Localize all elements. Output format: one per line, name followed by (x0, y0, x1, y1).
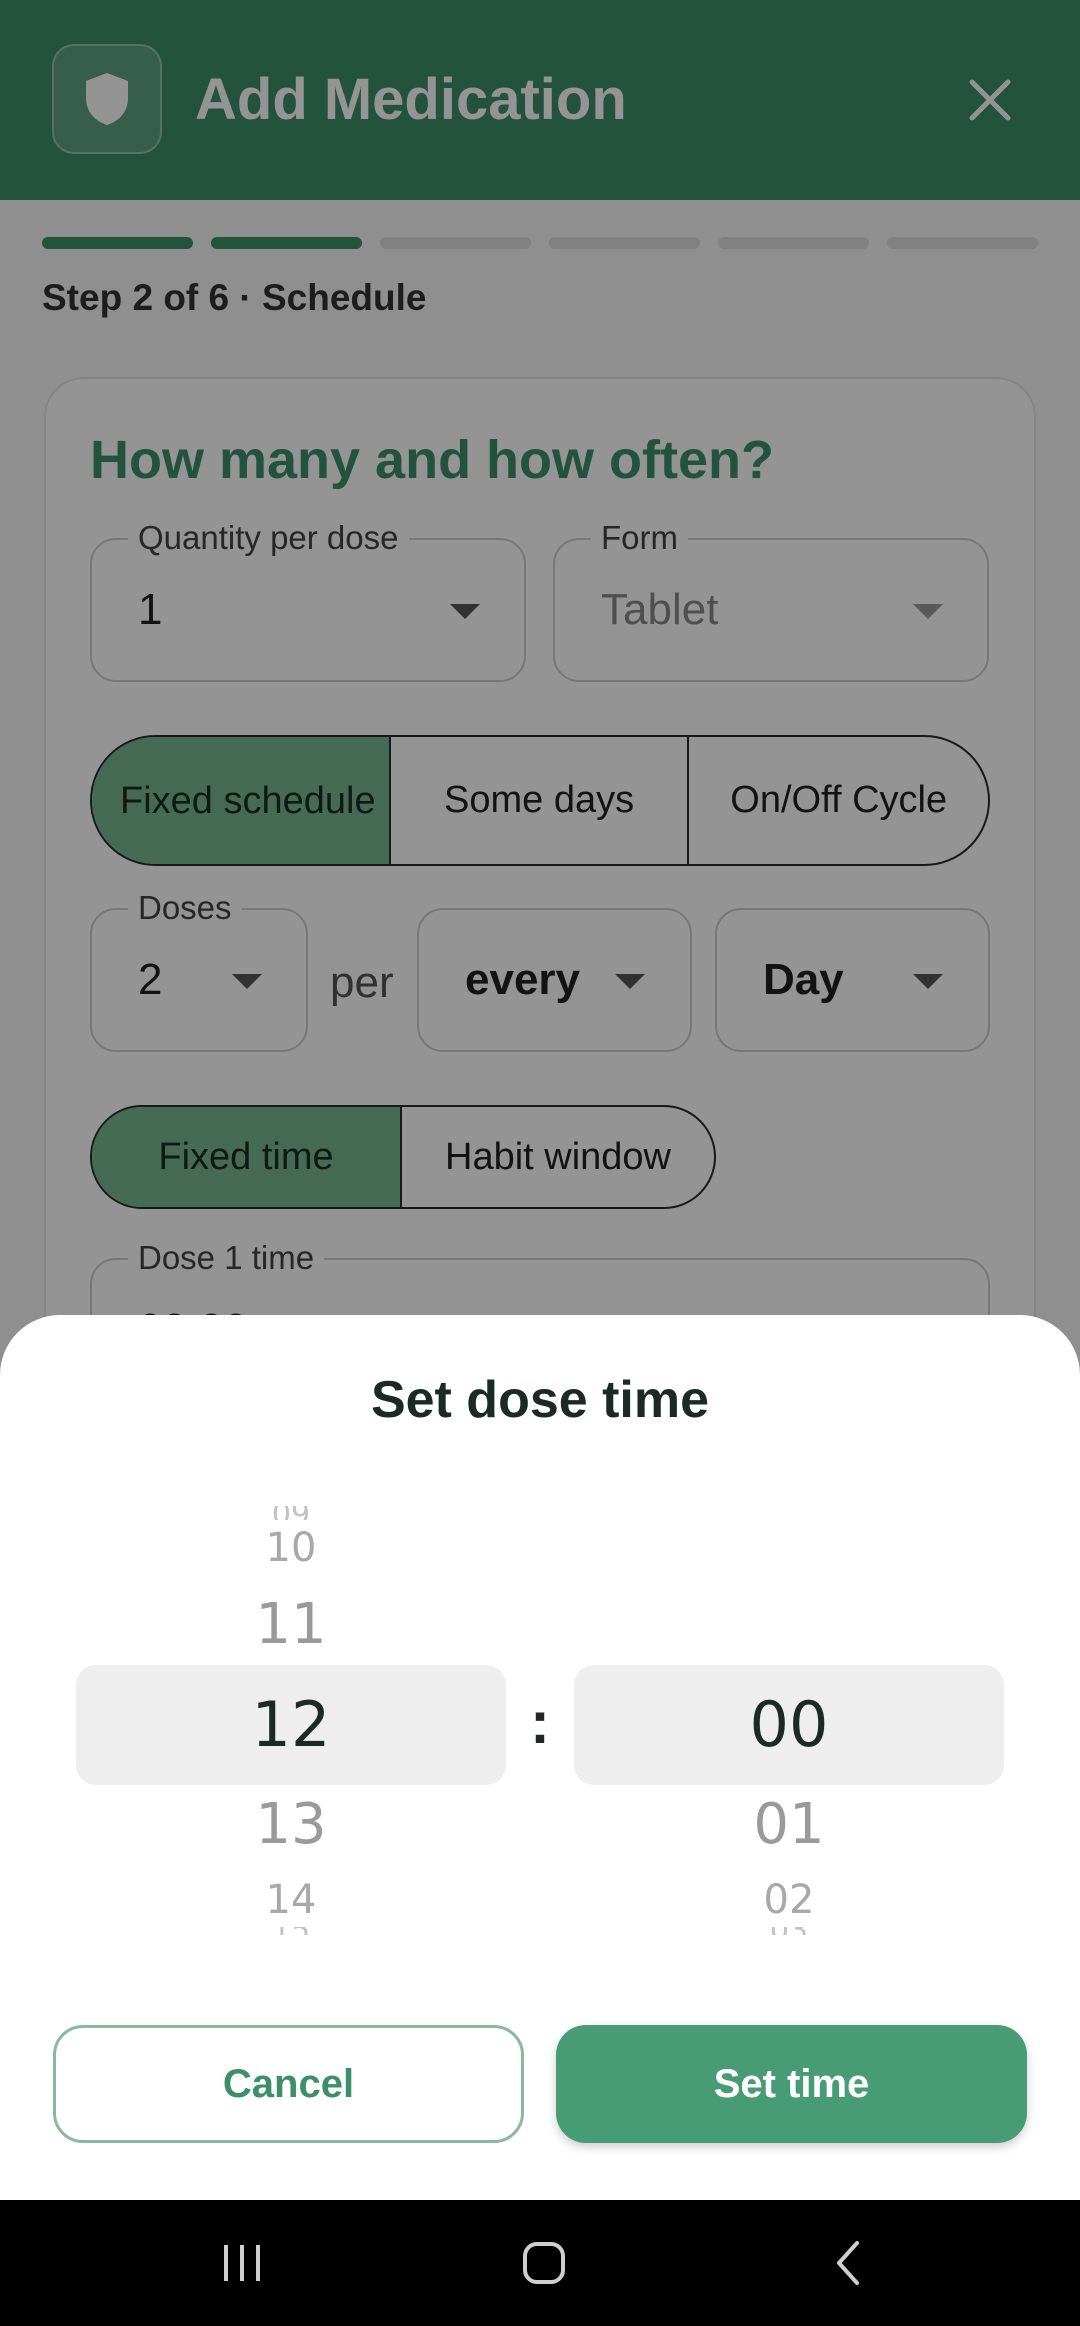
minute-selected[interactable]: 00 (574, 1688, 1004, 1762)
cancel-button[interactable]: Cancel (53, 2025, 524, 2143)
minute-option[interactable]: 01 (574, 1793, 1004, 1857)
hour-option[interactable]: 15 (76, 1927, 506, 1935)
back-button[interactable] (798, 2228, 898, 2298)
recent-apps-icon (224, 2245, 260, 2281)
hour-option[interactable]: 10 (76, 1525, 506, 1571)
hour-selected[interactable]: 12 (76, 1688, 506, 1762)
hour-option[interactable]: 13 (76, 1793, 506, 1857)
sheet-title: Set dose time (370, 1371, 710, 1429)
hour-option[interactable]: 14 (76, 1877, 506, 1923)
system-nav-bar (0, 2200, 1080, 2326)
minute-option[interactable]: 02 (574, 1877, 1004, 1923)
home-icon (523, 2242, 565, 2284)
minute-option[interactable]: 03 (574, 1927, 1004, 1935)
time-separator: : (530, 1689, 550, 1756)
back-icon (837, 2241, 859, 2285)
set-time-button[interactable]: Set time (556, 2025, 1027, 2143)
home-button[interactable] (494, 2228, 594, 2298)
hour-option[interactable]: 09 (76, 1506, 506, 1520)
hour-option[interactable]: 11 (76, 1593, 506, 1657)
recent-apps-button[interactable] (192, 2228, 292, 2298)
